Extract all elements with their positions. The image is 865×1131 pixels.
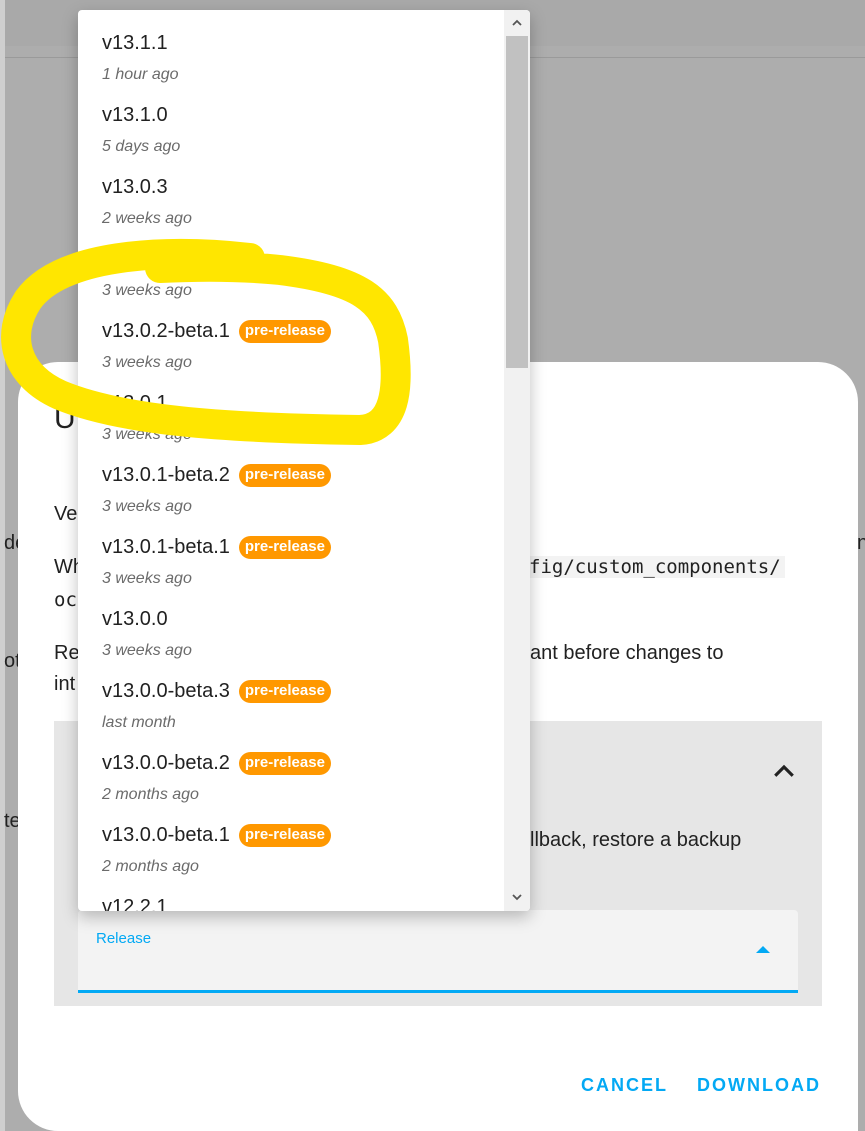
release-option-version: v13.0.3	[102, 176, 168, 199]
pre-release-badge: pre-release	[238, 536, 331, 559]
release-version-label: v13.0.0-beta.1	[102, 824, 230, 846]
release-option-version: v13.0.1-beta.1 pre-release	[102, 536, 331, 559]
release-option[interactable]: v13.0.2-beta.1 pre-release 3 weeks ago	[78, 298, 503, 371]
release-option-version: v13.1.1	[102, 32, 168, 55]
release-version-label: v13.0.2-beta.1	[102, 320, 230, 342]
release-option[interactable]: v13.1.0 5 days ago	[78, 82, 503, 155]
scroll-down-icon[interactable]	[510, 890, 524, 904]
release-label: Release	[96, 930, 152, 947]
release-option[interactable]: v13.0.1-beta.2 pre-release 3 weeks ago	[78, 442, 503, 515]
release-version-label: v13.0.1-beta.2	[102, 464, 230, 486]
release-version-label: v13.1.1	[102, 32, 168, 54]
cancel-button[interactable]: CANCEL	[581, 1075, 668, 1096]
pre-release-badge: pre-release	[238, 752, 331, 775]
release-option-version: v13.0.0-beta.2 pre-release	[102, 752, 331, 775]
release-option[interactable]: v13.1.1 1 hour ago	[78, 10, 503, 83]
release-option[interactable]: v12.2.1	[78, 874, 503, 911]
release-option[interactable]: v13.0.1 3 weeks ago	[78, 370, 503, 443]
release-option-version: v13.0.0-beta.3 pre-release	[102, 680, 331, 703]
release-option[interactable]: v13.0.0-beta.1 pre-release 2 months ago	[78, 802, 503, 875]
release-version-label: v13.0.1-beta.1	[102, 536, 230, 558]
pre-release-badge: pre-release	[238, 680, 331, 703]
release-option[interactable]: v13.0.0-beta.2 pre-release 2 months ago	[78, 730, 503, 803]
pre-release-badge: pre-release	[238, 464, 331, 487]
pre-release-badge: pre-release	[238, 320, 331, 343]
release-option-version: v13.0.0	[102, 608, 168, 631]
release-version-label: v12.2.1	[102, 896, 168, 911]
release-dropdown-menu: v13.1.1 1 hour ago v13.1.0 5 days ago v13.0.…	[78, 10, 530, 911]
release-option[interactable]: v13.0.0 3 weeks ago	[78, 586, 503, 659]
restart-notice: Re	[54, 642, 80, 664]
scrollbar[interactable]	[504, 10, 530, 911]
release-version-label: v13.1.0	[102, 104, 168, 126]
release-version-label: v13.0.0	[102, 608, 168, 630]
install-path-code: fig/custom_components/	[525, 556, 785, 578]
release-option-version: v13.0.1	[102, 392, 168, 415]
rollback-notice: llback, restore a backup	[530, 829, 742, 851]
release-option-version: v13.0.2	[102, 248, 168, 271]
install-path-code-continued: oc	[54, 589, 77, 611]
release-option-version: v13.0.2-beta.1 pre-release	[102, 320, 331, 343]
background-text-fragment: n	[857, 532, 865, 554]
version-text: Ve	[54, 503, 78, 525]
restart-notice-line2: int	[54, 673, 76, 695]
release-version-label: v13.0.0-beta.2	[102, 752, 230, 774]
release-option[interactable]: v13.0.2 3 weeks ago	[78, 226, 503, 299]
release-option-version: v12.2.1	[102, 896, 168, 911]
release-option-version: v13.1.0	[102, 104, 168, 127]
release-option-version: v13.0.1-beta.2 pre-release	[102, 464, 331, 487]
release-option[interactable]: v13.0.1-beta.1 pre-release 3 weeks ago	[78, 514, 503, 587]
background-edge	[0, 0, 5, 1131]
release-version-label: v13.0.3	[102, 176, 168, 198]
release-version-label: v13.0.1	[102, 392, 168, 414]
release-version-label: v13.0.0-beta.3	[102, 680, 230, 702]
pre-release-badge: pre-release	[238, 824, 331, 847]
scroll-up-icon[interactable]	[510, 16, 524, 30]
restart-notice-continued: ant before changes to	[530, 642, 724, 664]
caret-up-icon	[756, 946, 770, 953]
release-option-version: v13.0.0-beta.1 pre-release	[102, 824, 331, 847]
release-option[interactable]: v13.0.3 2 weeks ago	[78, 154, 503, 227]
scrollbar-thumb[interactable]	[506, 36, 528, 368]
release-select[interactable]: Release	[78, 910, 798, 993]
release-version-label: v13.0.2	[102, 248, 168, 270]
dialog-title: U	[54, 402, 76, 435]
release-option[interactable]: v13.0.0-beta.3 pre-release last month	[78, 658, 503, 731]
chevron-up-icon[interactable]	[769, 757, 799, 787]
release-list: v13.1.1 1 hour ago v13.1.0 5 days ago v13.0.…	[78, 10, 503, 911]
download-button[interactable]: DOWNLOAD	[697, 1075, 821, 1096]
